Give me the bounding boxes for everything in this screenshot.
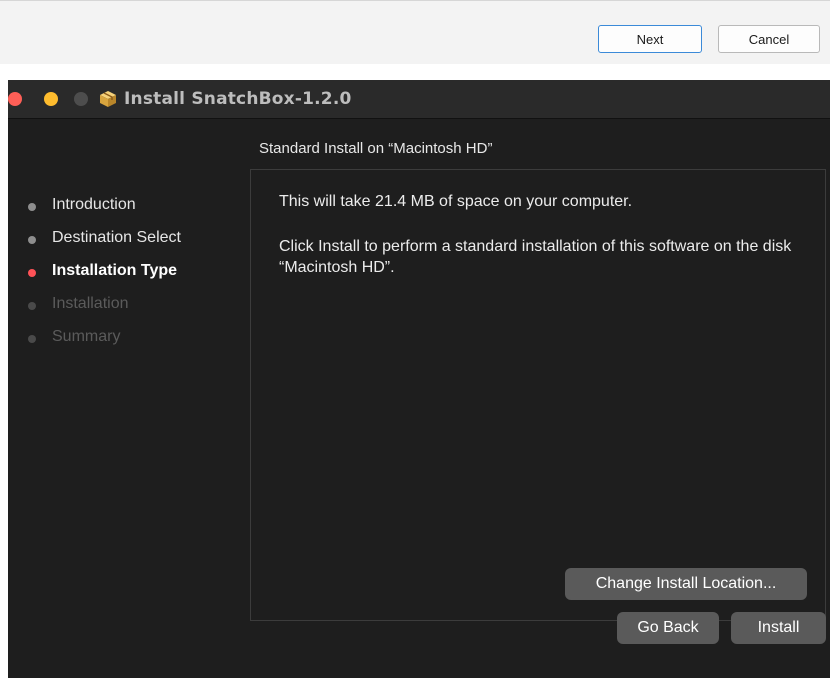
step-status-dot — [28, 335, 36, 343]
installer-window: Install SnatchBox-1.2.0 Standard Install… — [8, 80, 830, 678]
window-titlebar[interactable]: Install SnatchBox-1.2.0 — [8, 80, 830, 119]
package-icon — [98, 89, 118, 109]
step-status-dot — [28, 203, 36, 211]
step-status-dot — [28, 236, 36, 244]
step-label: Destination Select — [52, 229, 181, 246]
zoom-window-icon — [74, 92, 88, 106]
install-button[interactable]: Install — [731, 612, 826, 644]
step-label: Introduction — [52, 196, 136, 213]
change-install-location-button[interactable]: Change Install Location... — [565, 568, 807, 600]
wizard-button-bar: Next Cancel — [0, 0, 830, 64]
step-label: Installation Type — [52, 262, 178, 279]
next-button[interactable]: Next — [598, 25, 702, 53]
close-window-icon[interactable] — [8, 92, 22, 106]
step-status-dot — [28, 302, 36, 310]
content-panel: This will take 21.4 MB of space on your … — [250, 169, 826, 621]
step-label: Installation — [52, 295, 129, 312]
install-instruction-text: Click Install to perform a standard inst… — [279, 238, 792, 276]
go-back-button[interactable]: Go Back — [617, 612, 719, 644]
step-status-dot — [28, 269, 36, 277]
window-title: Install SnatchBox-1.2.0 — [124, 89, 352, 109]
install-subtitle: Standard Install on “Macintosh HD” — [259, 140, 493, 157]
minimize-window-icon[interactable] — [44, 92, 58, 106]
step-label: Summary — [52, 328, 121, 345]
space-required-text: This will take 21.4 MB of space on your … — [279, 193, 633, 210]
cancel-button[interactable]: Cancel — [718, 25, 820, 53]
